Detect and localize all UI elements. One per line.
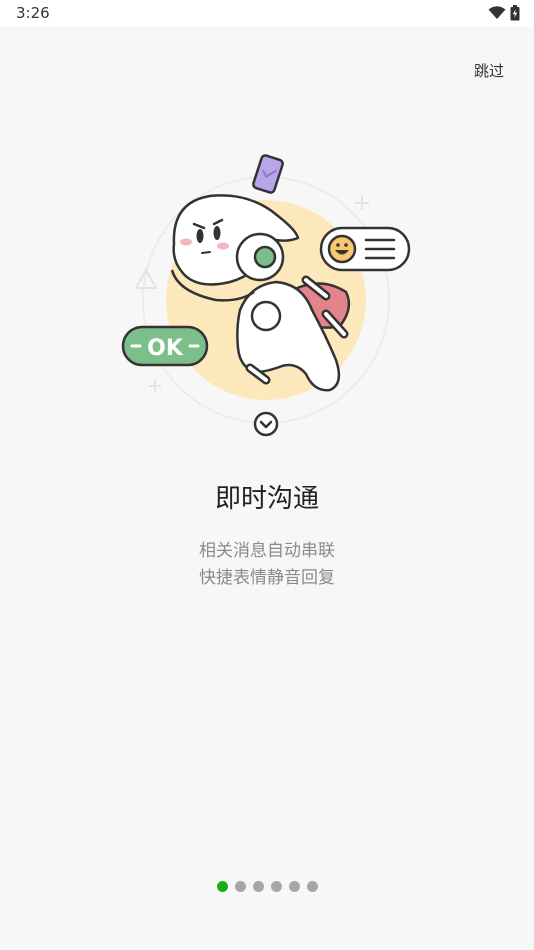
status-bar: 3:26 — [0, 0, 534, 27]
chevron-down-icon — [253, 411, 279, 437]
page-dot-1[interactable] — [216, 881, 228, 892]
skip-button[interactable]: 跳过 — [472, 58, 506, 83]
status-time: 3:26 — [16, 4, 50, 22]
intro-illustration: OK — [121, 154, 411, 437]
battery-charging-icon — [510, 5, 520, 21]
ok-badge-text: OK — [147, 336, 184, 361]
status-icons — [488, 5, 520, 21]
page-dot-6[interactable] — [306, 881, 318, 892]
page-indicator — [0, 881, 534, 892]
page-dot-2[interactable] — [234, 881, 246, 892]
page-dot-4[interactable] — [270, 881, 282, 892]
smiley-emoji-icon — [327, 234, 357, 264]
emoji-message-bubble — [319, 226, 411, 272]
page-dot-5[interactable] — [288, 881, 300, 892]
ok-badge: OK — [121, 325, 209, 367]
description-line-1: 相关消息自动串联 — [199, 541, 335, 561]
phone-icon — [252, 154, 284, 194]
page-title: 即时沟通 — [214, 484, 319, 514]
page-dot-3[interactable] — [252, 881, 264, 892]
wifi-icon — [488, 6, 506, 19]
description-line-2: 快捷表情静音回复 — [199, 568, 335, 588]
